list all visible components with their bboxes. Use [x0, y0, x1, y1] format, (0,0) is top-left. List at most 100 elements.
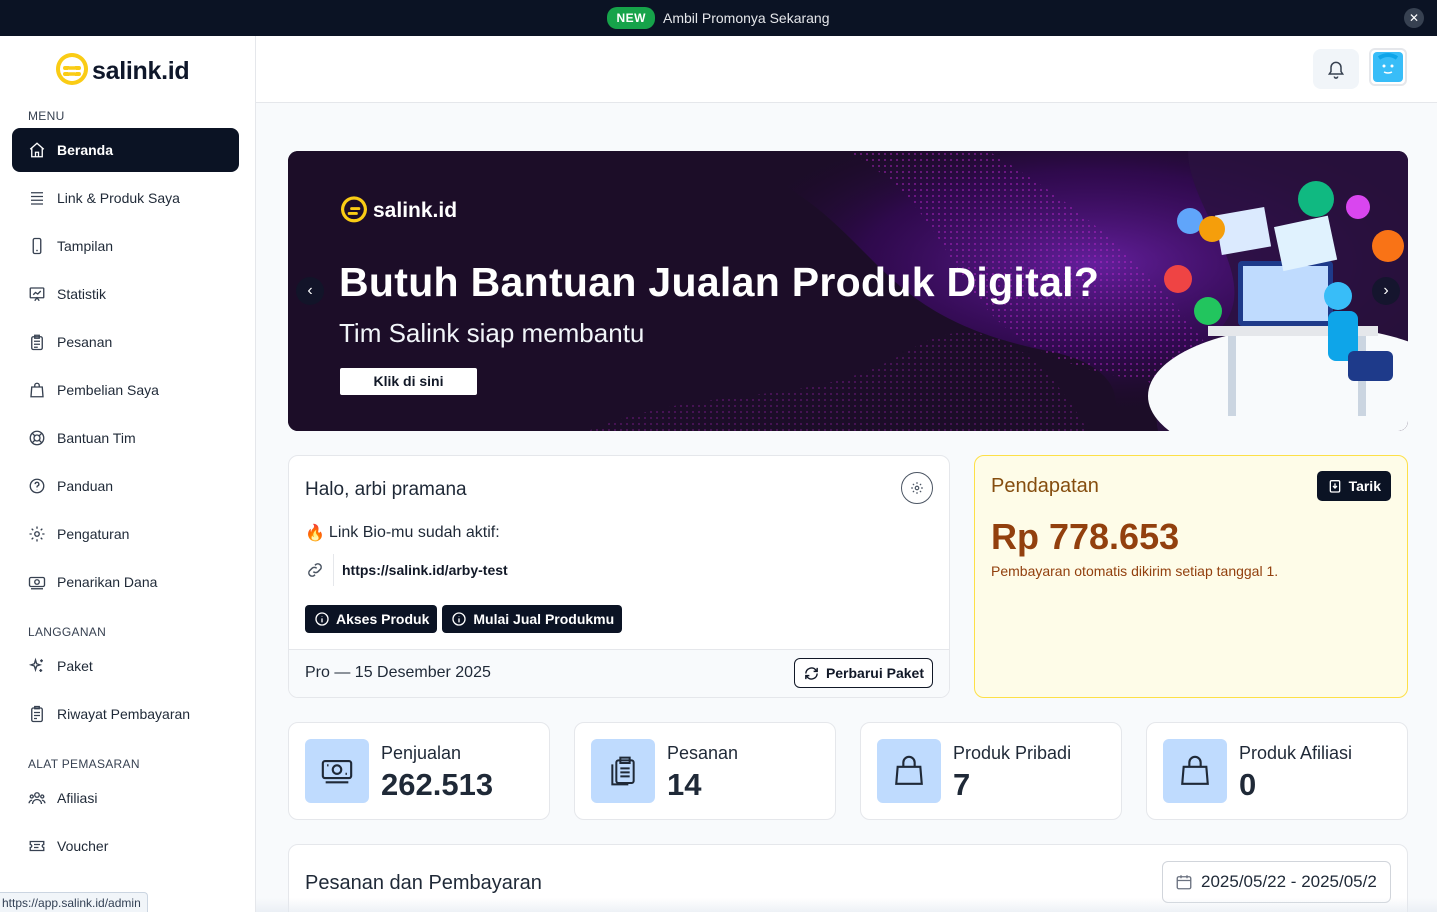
- sparkles-icon: [28, 657, 46, 675]
- banner-logo: salink.id: [341, 196, 457, 226]
- lifebuoy-icon: [28, 429, 46, 447]
- section-label-menu: MENU: [28, 109, 65, 123]
- akses-produk-button[interactable]: Akses Produk: [305, 605, 438, 633]
- banner-subline: Tim Salink siap membantu: [339, 318, 645, 348]
- phone-icon: [28, 237, 46, 255]
- notification-button[interactable]: [1313, 49, 1359, 89]
- stat-card-penjualan[interactable]: Penjualan 262.513: [288, 722, 550, 820]
- plan-footer: Pro — 15 Desember 2025 Perbarui Paket: [289, 649, 949, 697]
- sidebar-item-link-produk[interactable]: Link & Produk Saya: [12, 176, 239, 220]
- sidebar-item-label: Riwayat Pembayaran: [57, 706, 191, 722]
- greeting-title: Halo, arbi pramana: [305, 479, 467, 500]
- clipboard-icon: [28, 333, 46, 351]
- gear-icon: [28, 525, 46, 543]
- sidebar-item-label: Afiliasi: [57, 790, 98, 806]
- carousel-next-button[interactable]: ›: [1372, 277, 1400, 305]
- bio-active-text: Link Bio-mu sudah aktif:: [328, 524, 500, 541]
- scroll-fade: [256, 898, 1437, 912]
- top-header: [256, 36, 1437, 103]
- stat-card-produk-afiliasi[interactable]: Produk Afiliasi 0: [1146, 722, 1408, 820]
- bag-icon: [877, 739, 941, 803]
- stat-card-pesanan[interactable]: Pesanan 14: [574, 722, 836, 820]
- salink-logo-icon: [341, 196, 367, 223]
- renew-plan-button[interactable]: Perbarui Paket: [793, 658, 933, 688]
- info-icon: [315, 612, 329, 626]
- sidebar-item-pengaturan[interactable]: Pengaturan: [12, 512, 239, 556]
- ticket-icon: [28, 837, 46, 855]
- sidebar: salink.id MENU Beranda Link & Produk Say…: [0, 36, 256, 912]
- logo-wordmark: salink.id: [92, 56, 190, 85]
- bio-link-row: https://salink.id/arby-test: [305, 554, 508, 586]
- section-label-alat-pemasaran: ALAT PEMASARAN: [28, 757, 140, 771]
- greeting-actions: Akses Produk Mulai Jual Produkmu: [305, 605, 623, 633]
- sidebar-item-afiliasi[interactable]: Afiliasi: [12, 776, 239, 820]
- sidebar-item-label: Pesanan: [57, 334, 113, 350]
- banner-cta-button[interactable]: Klik di sini: [340, 368, 477, 395]
- date-range-picker[interactable]: 2025/05/22 - 2025/05/2: [1162, 861, 1391, 903]
- avatar[interactable]: [1369, 48, 1407, 86]
- settings-button[interactable]: [901, 472, 933, 504]
- sidebar-item-voucher[interactable]: Voucher: [12, 824, 239, 868]
- sidebar-item-label: Voucher: [57, 838, 109, 854]
- promo-banner[interactable]: salink.id Butuh Bantuan Jualan Produk Di…: [288, 151, 1408, 431]
- link-icon[interactable]: [305, 554, 334, 586]
- banner-headline: Butuh Bantuan Jualan Produk Digital?: [339, 259, 1100, 305]
- sidebar-item-label: Pengaturan: [57, 526, 130, 542]
- greeting-card: Halo, arbi pramana 🔥 Link Bio-mu sudah a…: [288, 455, 950, 698]
- close-icon[interactable]: ✕: [1404, 8, 1424, 28]
- sidebar-item-label: Panduan: [57, 478, 114, 494]
- sidebar-item-tampilan[interactable]: Tampilan: [12, 224, 239, 268]
- income-note: Pembayaran otomatis dikirim setiap tangg…: [991, 563, 1279, 579]
- sidebar-item-bantuan[interactable]: Bantuan Tim: [12, 416, 239, 460]
- bag-icon: [1163, 739, 1227, 803]
- stat-label: Penjualan: [381, 743, 462, 763]
- income-amount: Rp 778.653: [991, 516, 1180, 557]
- stat-value: 7: [953, 767, 971, 802]
- withdraw-button[interactable]: Tarik: [1316, 471, 1391, 501]
- calendar-icon: [1176, 875, 1192, 890]
- users-icon: [28, 789, 46, 807]
- carousel-prev-button[interactable]: ‹: [296, 277, 324, 305]
- home-icon: [28, 141, 46, 159]
- plan-info: Pro — 15 Desember 2025: [305, 664, 491, 681]
- promo-text[interactable]: Ambil Promonya Sekarang: [663, 10, 830, 26]
- money-icon: [305, 739, 369, 803]
- stat-value: 14: [667, 767, 702, 802]
- chart-icon: [28, 285, 46, 303]
- stat-label: Pesanan: [667, 743, 739, 763]
- withdraw-label: Tarik: [1348, 478, 1381, 494]
- stat-card-produk-pribadi[interactable]: Produk Pribadi 7: [860, 722, 1122, 820]
- bio-active-line: 🔥 Link Bio-mu sudah aktif:: [305, 523, 500, 543]
- cash-icon: [28, 573, 46, 591]
- bag-icon: [28, 381, 46, 399]
- sidebar-item-beranda[interactable]: Beranda: [12, 128, 239, 172]
- date-range-value: 2025/05/22 - 2025/05/2: [1201, 872, 1377, 891]
- logo[interactable]: salink.id: [56, 53, 190, 89]
- avatar-image: [1373, 52, 1403, 82]
- bell-icon: [1327, 61, 1345, 79]
- fire-icon: 🔥: [305, 525, 325, 542]
- salink-logo-icon: [56, 53, 88, 85]
- sidebar-item-label: Statistik: [57, 286, 107, 302]
- receipt-icon: [28, 705, 46, 723]
- clipboard-icon: [591, 739, 655, 803]
- promo-bar[interactable]: NEW Ambil Promonya Sekarang ✕: [0, 0, 1437, 36]
- sidebar-item-label: Penarikan Dana: [57, 574, 158, 590]
- sidebar-item-panduan[interactable]: Panduan: [12, 464, 239, 508]
- list-icon: [28, 189, 46, 207]
- akses-produk-label: Akses Produk: [336, 611, 430, 627]
- sidebar-item-penarikan[interactable]: Penarikan Dana: [12, 560, 239, 604]
- refresh-icon: [805, 666, 818, 680]
- sidebar-item-riwayat[interactable]: Riwayat Pembayaran: [12, 692, 239, 736]
- mulai-jual-button[interactable]: Mulai Jual Produkmu: [442, 605, 623, 633]
- sidebar-item-statistik[interactable]: Statistik: [12, 272, 239, 316]
- sidebar-item-label: Paket: [57, 658, 93, 674]
- sidebar-item-pembelian[interactable]: Pembelian Saya: [12, 368, 239, 412]
- bio-link-url[interactable]: https://salink.id/arby-test: [334, 562, 508, 578]
- stat-value: 262.513: [381, 767, 494, 802]
- stat-label: Produk Afiliasi: [1239, 743, 1353, 763]
- sidebar-item-paket[interactable]: Paket: [12, 644, 239, 688]
- sidebar-item-pesanan[interactable]: Pesanan: [12, 320, 239, 364]
- renew-plan-label: Perbarui Paket: [825, 665, 924, 681]
- info-icon: [452, 612, 467, 626]
